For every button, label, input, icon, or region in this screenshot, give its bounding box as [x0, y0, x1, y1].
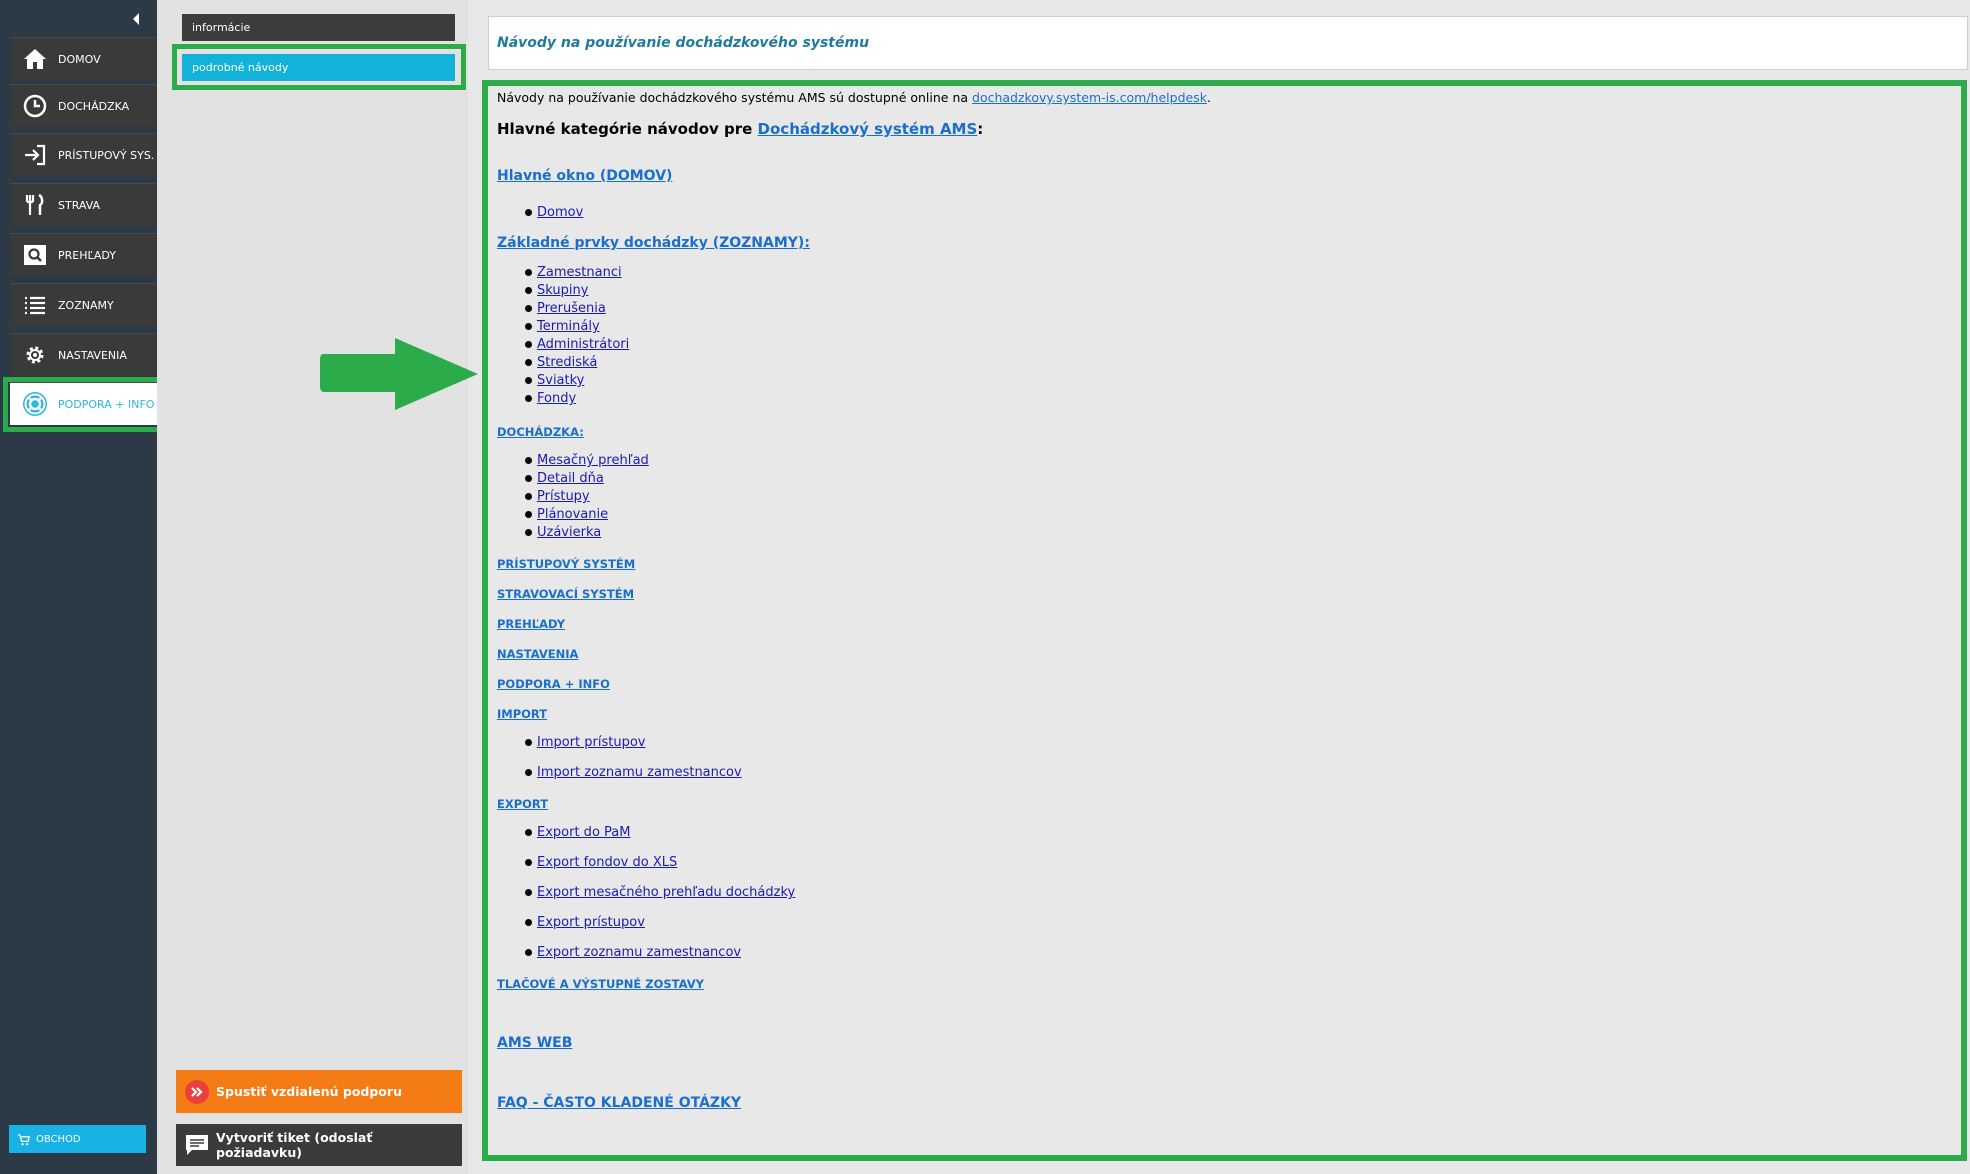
guide-link[interactable]: Mesačný prehľad: [537, 453, 649, 468]
subnav-tab-podrobne-navody[interactable]: podrobné návody: [182, 54, 455, 81]
sidebar-item-dochadzka[interactable]: DOCHÁDZKA: [10, 84, 157, 127]
remote-support-icon: [184, 1079, 210, 1105]
sidebar-item-pristupovy-sys[interactable]: PRÍSTUPOVÝ SYS.: [10, 133, 157, 176]
guide-link[interactable]: Export zoznamu zamestnancov: [537, 945, 741, 960]
chat-icon: [184, 1133, 210, 1157]
section-podpora-info[interactable]: PODPORA + INFO: [497, 677, 610, 691]
cutlery-icon: [22, 192, 48, 218]
list-item: Export do PaM: [525, 825, 630, 840]
list-item: Terminály: [525, 319, 600, 334]
sidebar-item-label: STRAVA: [58, 198, 101, 212]
guide-link[interactable]: Import prístupov: [537, 735, 646, 750]
guide-link[interactable]: Sviatky: [537, 373, 584, 388]
sidebar-item-strava[interactable]: STRAVA: [10, 183, 157, 226]
list-item: Export zoznamu zamestnancov: [525, 945, 741, 960]
list-item: Prerušenia: [525, 301, 606, 316]
green-arrow-annotation: [320, 336, 480, 416]
remote-support-label: Spustiť vzdialenú podporu: [216, 1084, 402, 1099]
page-title-box: Návody na používanie dochádzkového systé…: [488, 16, 1968, 70]
guide-link[interactable]: Export mesačného prehľadu dochádzky: [537, 885, 795, 900]
section-export[interactable]: EXPORT: [497, 797, 548, 811]
sidebar-item-label: DOCHÁDZKA: [58, 99, 130, 113]
list-item: Export prístupov: [525, 915, 645, 930]
sidebar-item-label: DOMOV: [58, 52, 101, 66]
list-icon: [22, 292, 48, 318]
guide-link[interactable]: Uzávierka: [537, 525, 601, 540]
guide-link[interactable]: Detail dňa: [537, 471, 604, 486]
section-import[interactable]: IMPORT: [497, 707, 547, 721]
shop-button[interactable]: OBCHOD: [9, 1125, 146, 1153]
guide-link[interactable]: Prístupy: [537, 489, 590, 504]
list-item: Import zoznamu zamestnancov: [525, 765, 742, 780]
ams-system-link[interactable]: Dochádzkový systém AMS: [758, 120, 978, 138]
home-icon: [22, 46, 48, 72]
section-prehlady[interactable]: PREHĽADY: [497, 617, 565, 631]
clock-icon: [22, 93, 48, 119]
section-dochadzka[interactable]: DOCHÁDZKA:: [497, 425, 584, 439]
list-item: Plánovanie: [525, 507, 608, 522]
list-item: Export mesačného prehľadu dochádzky: [525, 885, 795, 900]
sidebar-item-label: ZOZNAMY: [58, 298, 114, 312]
list-item: Skupiny: [525, 283, 588, 298]
list-item: Administrátori: [525, 337, 629, 352]
list-item: Mesačný prehľad: [525, 453, 649, 468]
remote-support-button[interactable]: Spustiť vzdialenú podporu: [176, 1070, 462, 1113]
guide-link[interactable]: Import zoznamu zamestnancov: [537, 765, 742, 780]
guide-link[interactable]: Strediská: [537, 355, 597, 370]
sidebar-item-prehlady[interactable]: PREHĽADY: [10, 233, 157, 276]
guide-link[interactable]: Terminály: [537, 319, 600, 334]
guide-link[interactable]: Plánovanie: [537, 507, 608, 522]
list-item: Export fondov do XLS: [525, 855, 677, 870]
list-item: Zamestnanci: [525, 265, 622, 280]
list-item: Import prístupov: [525, 735, 646, 750]
guide-link[interactable]: Fondy: [537, 391, 576, 406]
intro-text: Návody na používanie dochádzkového systé…: [497, 90, 1211, 105]
sidebar-item-label: PREHĽADY: [58, 248, 116, 262]
guide-link[interactable]: Skupiny: [537, 283, 588, 298]
create-ticket-button[interactable]: Vytvoriť tiket (odoslať požiadavku): [176, 1124, 462, 1166]
section-pristupovy-system[interactable]: PRÍSTUPOVÝ SYSTÉM: [497, 557, 635, 571]
sidebar-item-zoznamy[interactable]: ZOZNAMY: [10, 283, 157, 326]
list-item: Domov: [525, 205, 583, 220]
sidebar-item-domov[interactable]: DOMOV: [10, 37, 157, 80]
page-title: Návody na používanie dochádzkového systé…: [497, 35, 870, 51]
subnav-panel: [157, 0, 468, 1174]
subnav-tab-informacie[interactable]: informácie: [182, 14, 455, 41]
list-item: Detail dňa: [525, 471, 604, 486]
guide-link[interactable]: Prerušenia: [537, 301, 606, 316]
helpdesk-link[interactable]: dochadzkovy.system-is.com/helpdesk: [972, 90, 1207, 105]
list-item: Fondy: [525, 391, 576, 406]
search-icon: [22, 242, 48, 268]
list-item: Prístupy: [525, 489, 590, 504]
list-item: Strediská: [525, 355, 597, 370]
section-nastavenia[interactable]: NASTAVENIA: [497, 647, 578, 661]
login-icon: [22, 142, 48, 168]
section-zakladne-prvky[interactable]: Základné prvky dochádzky (ZOZNAMY):: [497, 235, 810, 251]
collapse-sidebar-icon[interactable]: [128, 10, 144, 28]
guide-link[interactable]: Export fondov do XLS: [537, 855, 677, 870]
section-hlavne-okno[interactable]: Hlavné okno (DOMOV): [497, 168, 672, 184]
shop-label: OBCHOD: [36, 1133, 81, 1145]
list-item: Sviatky: [525, 373, 584, 388]
section-faq[interactable]: FAQ - ČASTO KLADENÉ OTÁZKY: [497, 1095, 741, 1111]
section-tlacove-zostavy[interactable]: TLAČOVÉ A VÝSTUPNÉ ZOSTAVY: [497, 977, 704, 991]
section-ams-web[interactable]: AMS WEB: [497, 1035, 572, 1051]
section-stravovaci-system[interactable]: STRAVOVACÍ SYSTÉM: [497, 587, 634, 601]
sidebar: DOMOV DOCHÁDZKA PRÍSTUPOVÝ SYS. STRAVA P…: [0, 0, 157, 1174]
guide-link[interactable]: Export do PaM: [537, 825, 630, 840]
cart-icon: [17, 1133, 30, 1146]
highlight-frame-support: [3, 377, 168, 432]
categories-heading: Hlavné kategórie návodov pre Dochádzkový…: [497, 120, 984, 138]
create-ticket-label: Vytvoriť tiket (odoslať požiadavku): [216, 1130, 373, 1160]
guide-link[interactable]: Zamestnanci: [537, 265, 622, 280]
guide-link[interactable]: Export prístupov: [537, 915, 645, 930]
gear-icon: [22, 342, 48, 368]
sidebar-item-label: NASTAVENIA: [58, 348, 127, 362]
list-item: Uzávierka: [525, 525, 601, 540]
sidebar-item-nastavenia[interactable]: NASTAVENIA: [10, 333, 157, 376]
guide-link[interactable]: Administrátori: [537, 337, 629, 352]
guide-link[interactable]: Domov: [537, 205, 583, 220]
sidebar-item-label: PRÍSTUPOVÝ SYS.: [58, 148, 155, 162]
